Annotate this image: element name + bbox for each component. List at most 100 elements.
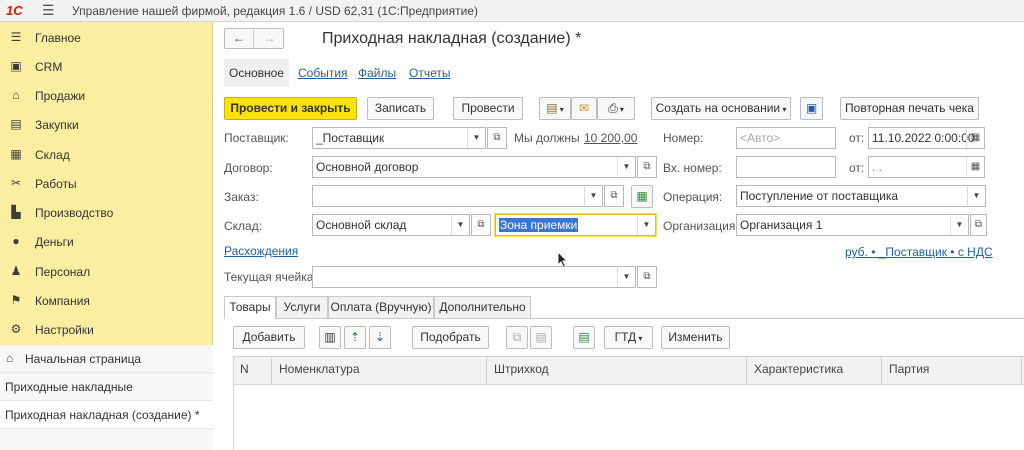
supplier-open-button[interactable]: ⧉ [487,127,507,149]
dropdown-icon[interactable]: ▼ [467,128,485,148]
create-based-on-button[interactable]: Создать на основании ▾ [651,97,791,120]
calendar-icon[interactable]: ▦ [966,128,984,148]
section-purchases[interactable]: ▤ Закупки [0,110,213,139]
operation-value: Поступление от поставщика [740,189,899,203]
we-owe-amount[interactable]: 10 200,00 [584,131,637,145]
current-cell-field[interactable]: ▼ [312,266,636,288]
section-money[interactable]: ● Деньги [0,227,213,256]
tab-services[interactable]: Услуги [276,296,328,318]
section-main[interactable]: ☰ Главное [0,23,213,52]
number-field[interactable]: <Авто> [736,127,836,149]
organization-open-button[interactable]: ⧉ [970,214,987,236]
receiving-zone-field[interactable]: Зона приемки ▼ [495,214,656,236]
gtd-label: ГТД [614,330,637,344]
open-icon: ⧉ [477,219,485,230]
reprint-receipt-button[interactable]: Повторная печать чека [840,97,979,120]
tab-main[interactable]: Основное [224,59,289,87]
gtd-menu-button[interactable]: ГТД ▾ [604,326,653,349]
dropdown-icon[interactable]: ▼ [950,215,968,235]
in-number-field[interactable] [736,156,836,178]
paste-rows-button[interactable]: ▤ [530,326,552,349]
contract-field[interactable]: Основной договор ▼ [312,156,636,178]
add-row-button[interactable]: Добавить [233,326,305,349]
tab-additional[interactable]: Дополнительно [434,296,531,318]
dropdown-icon[interactable]: ▼ [584,186,602,206]
we-owe-label: Мы должны [514,131,580,145]
dropdown-icon[interactable]: ▼ [617,157,635,177]
warehouse-field[interactable]: Основной склад ▼ [312,214,470,236]
section-label: Склад [35,148,70,162]
order-field[interactable]: ▼ [312,185,603,207]
warehouse-open-button[interactable]: ⧉ [471,214,491,236]
post-and-close-button[interactable]: Провести и закрыть [224,97,357,120]
tab-goods[interactable]: Товары [224,296,276,319]
menu-lines-icon: ☰ [10,30,22,44]
structure-button[interactable]: ▣ [800,97,823,120]
crm-card-icon: ▣ [10,59,22,73]
date-field[interactable]: 11.10.2022 0:00:00 ▦ [868,127,985,149]
section-warehouse[interactable]: ▦ Склад [0,140,213,169]
section-label: Продажи [35,89,86,103]
section-works[interactable]: ✂ Работы [0,169,213,198]
post-button[interactable]: Провести [453,97,523,120]
email-button[interactable]: ✉ [571,97,597,120]
prices-and-currency-link[interactable]: руб. • _Поставщик • с НДС [845,245,993,259]
operation-field[interactable]: Поступление от поставщика ▼ [736,185,986,207]
order-open-button[interactable]: ⧉ [604,185,624,207]
attach-menu-button[interactable]: ▤ ▾ [539,97,571,120]
column-batch[interactable]: Партия [889,362,929,376]
section-staff[interactable]: ♟ Персонал [0,257,213,286]
fill-by-order-button[interactable]: ▦ [631,185,653,208]
print-button[interactable]: ⎙ ▾ [597,97,635,120]
barcode-icon: ▥ [324,330,336,344]
barcode-button[interactable]: ▥ [319,326,341,349]
move-up-button[interactable]: ⇡ [344,326,366,349]
tab-reports[interactable]: Отчеты [409,66,450,80]
section-sales[interactable]: ⌂ Продажи [0,81,213,110]
column-n[interactable]: N [240,362,249,376]
in-date-field[interactable]: . . ▦ [868,156,985,178]
supplier-field[interactable]: _Поставщик ▼ [312,127,486,149]
current-cell-open-button[interactable]: ⧉ [637,266,657,288]
section-settings[interactable]: ⚙ Настройки [0,315,213,344]
section-label: Закупки [35,118,79,132]
back-arrow-icon[interactable]: ← [225,29,254,48]
tab-files[interactable]: Файлы [358,66,396,80]
column-nomenclature[interactable]: Номенклатура [279,362,360,376]
dropdown-icon[interactable]: ▼ [451,215,469,235]
tab-payment[interactable]: Оплата (Вручную) [328,296,434,318]
nav-receipts-list[interactable]: Приходные накладные [0,373,213,401]
move-down-button[interactable]: ⇣ [369,326,391,349]
column-separator [1021,357,1022,385]
pick-button[interactable]: Подобрать [412,326,489,349]
column-barcode[interactable]: Штрихкод [494,362,549,376]
column-separator [271,357,272,385]
document-icon: ▤ [546,101,558,115]
person-icon: ♟ [10,264,22,278]
contract-value: Основной договор [316,160,419,174]
section-label: CRM [35,60,63,74]
change-button[interactable]: Изменить [661,326,730,349]
main-menu-icon[interactable]: ☰ [42,2,55,19]
section-production[interactable]: ▙ Производство [0,198,213,227]
organization-field[interactable]: Организация 1 ▼ [736,214,969,236]
chevron-down-icon: ▾ [636,334,643,343]
copy-rows-button[interactable]: ⧉ [506,326,528,349]
dropdown-icon[interactable]: ▼ [617,267,635,287]
section-company[interactable]: ⚑ Компания [0,286,213,315]
discrepancies-link[interactable]: Расхождения [224,244,298,258]
nav-receipt-new[interactable]: Приходная накладная (создание) * [0,401,213,429]
dropdown-icon[interactable]: ▼ [967,186,985,206]
nav-home[interactable]: ⌂ Начальная страница [0,345,213,373]
forward-arrow-icon[interactable]: → [255,29,284,48]
nav-label: Начальная страница [25,352,142,366]
calendar-icon[interactable]: ▦ [966,157,984,177]
tab-events[interactable]: События [298,66,348,80]
table-settings-button[interactable]: ▤ [573,326,595,349]
dropdown-icon[interactable]: ▼ [637,215,655,235]
chevron-down-icon: ▾ [780,105,787,114]
contract-open-button[interactable]: ⧉ [637,156,657,178]
save-button[interactable]: Записать [367,97,434,120]
column-characteristic[interactable]: Характеристика [754,362,843,376]
section-crm[interactable]: ▣ CRM [0,52,213,81]
